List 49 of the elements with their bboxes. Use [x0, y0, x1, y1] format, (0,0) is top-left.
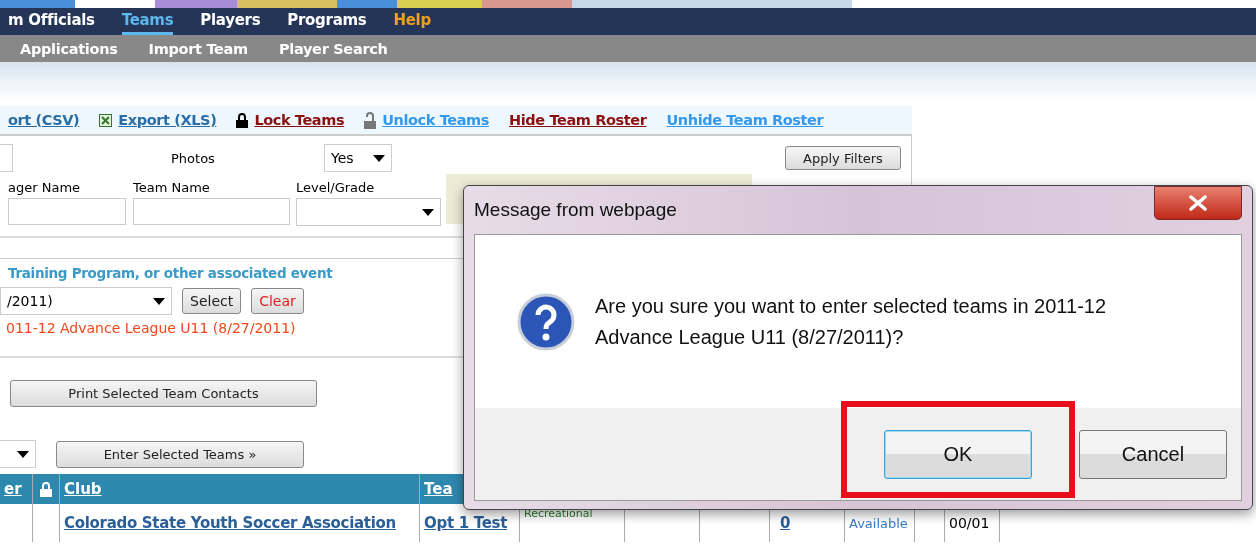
select-field[interactable] [0, 440, 36, 468]
nav-tab[interactable]: Players [200, 8, 261, 35]
clear-button[interactable]: Clear [251, 288, 304, 314]
sub-nav-link[interactable]: Applications [20, 40, 118, 57]
print-contacts-button[interactable]: Print Selected Team Contacts [10, 380, 317, 407]
unlocked-icon [364, 111, 377, 129]
nav-tab[interactable]: Programs [287, 8, 367, 35]
club-link[interactable]: Colorado State Youth Soccer Association [64, 514, 396, 532]
question-icon [517, 292, 575, 351]
close-button[interactable] [1154, 186, 1242, 220]
toolbar-link[interactable]: ort (CSV) [8, 112, 80, 128]
toolbar-link[interactable]: Export (XLS) [118, 112, 217, 128]
input-field[interactable] [8, 198, 126, 225]
field-label: Team Name [133, 180, 211, 195]
team-link[interactable]: Opt 1 Test [424, 514, 508, 532]
input-field[interactable] [0, 144, 13, 172]
column-header[interactable]: Tea [424, 480, 453, 498]
dialog-message: Are you sure you want to enter selected teams in 2011-12 Advance League U11 (8/27/2011)? [595, 293, 1108, 350]
dialog-button[interactable]: OK [884, 429, 1032, 479]
count-link[interactable]: 0 [780, 514, 791, 532]
sub-nav-link[interactable]: Import Team [148, 40, 248, 57]
field-label: Photos [171, 150, 216, 166]
spreadsheet-icon [99, 113, 113, 127]
lock-icon [40, 481, 52, 497]
table-cell: Recreational [524, 507, 593, 521]
column-header[interactable]: er [4, 480, 22, 498]
nav-tab[interactable]: m Officials [8, 8, 95, 35]
select-field[interactable] [296, 198, 441, 226]
section-heading: Training Program, or other associated event [7, 265, 334, 281]
enter-teams-button[interactable]: Enter Selected Teams » [56, 440, 304, 468]
toolbar-link[interactable]: Hide Team Roster [509, 112, 647, 128]
table-cell: 00/01 [949, 515, 990, 531]
field-label: Level/Grade [296, 180, 376, 195]
sub-nav-link[interactable]: Player Search [278, 40, 388, 57]
event-select[interactable]: /2011) [0, 287, 172, 315]
photos-select[interactable]: Yes [324, 144, 392, 172]
dialog-button[interactable]: Cancel [1079, 429, 1227, 479]
table-cell: Available [849, 515, 908, 531]
close-icon [1188, 195, 1208, 211]
field-label: ager Name [8, 180, 82, 195]
toolbar-link[interactable]: Lock Teams [254, 112, 345, 128]
nav-tab[interactable]: Help [393, 8, 431, 35]
selected-event-text: 011-12 Advance League U11 (8/27/2011) [5, 320, 297, 336]
input-field[interactable] [133, 198, 290, 225]
column-header[interactable]: Club [64, 480, 102, 498]
select-button[interactable]: Select [182, 288, 242, 314]
apply-filters-button[interactable]: Apply Filters [785, 146, 901, 170]
lock-icon [236, 112, 249, 128]
dialog-title: Message from webpage [474, 199, 677, 221]
